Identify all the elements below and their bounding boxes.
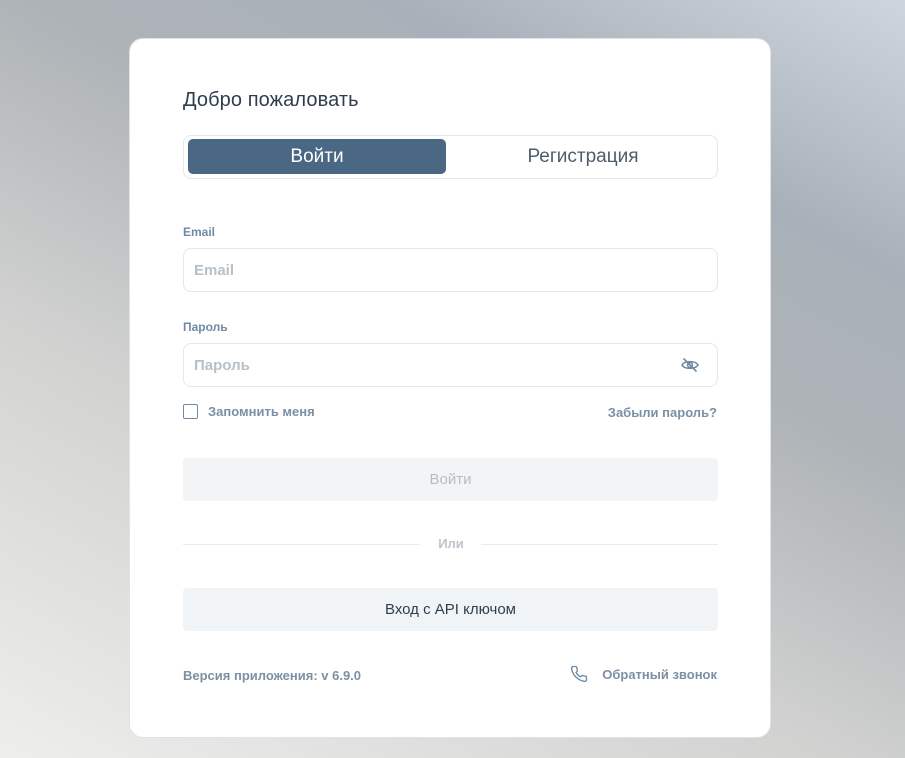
- login-card: Добро пожаловать Войти Регистрация Email…: [129, 38, 771, 738]
- auth-tabs: Войти Регистрация: [183, 135, 718, 179]
- password-label: Пароль: [183, 320, 228, 334]
- app-version: Версия приложения: v 6.9.0: [183, 668, 362, 683]
- eye-off-icon[interactable]: [680, 357, 700, 373]
- remember-label: Запомнить меня: [208, 404, 315, 419]
- callback-label: Обратный звонок: [602, 666, 717, 682]
- login-submit-button[interactable]: Войти: [183, 458, 718, 501]
- forgot-password-link[interactable]: Забыли пароль?: [608, 405, 717, 420]
- divider-line-right: [481, 544, 718, 545]
- email-label: Email: [183, 225, 216, 239]
- api-key-login-button[interactable]: Вход с API ключом: [183, 588, 718, 631]
- page-title: Добро пожаловать: [183, 89, 359, 111]
- email-field[interactable]: [183, 248, 718, 292]
- divider-or: Или: [438, 536, 464, 551]
- tab-login[interactable]: Войти: [188, 139, 446, 174]
- callback-link[interactable]: Обратный звонок: [570, 665, 717, 683]
- remember-me[interactable]: Запомнить меня: [183, 404, 315, 419]
- phone-icon: [570, 665, 588, 683]
- remember-checkbox[interactable]: [183, 404, 198, 419]
- tab-register[interactable]: Регистрация: [454, 139, 712, 174]
- password-field[interactable]: [183, 343, 718, 387]
- divider-line-left: [183, 544, 420, 545]
